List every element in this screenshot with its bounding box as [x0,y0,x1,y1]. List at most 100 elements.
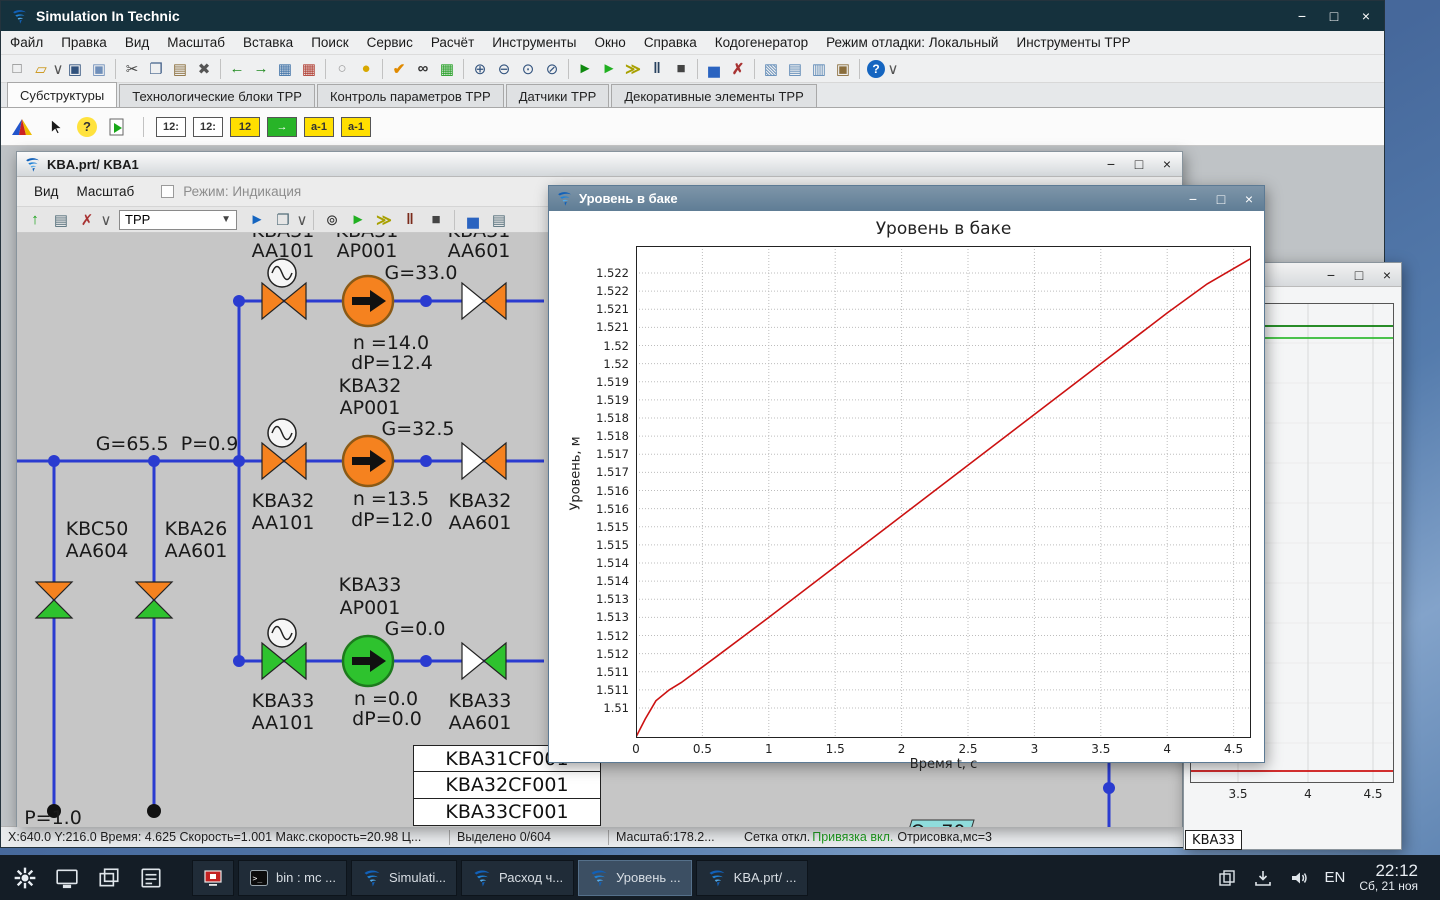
close-button[interactable]: × [1159,156,1175,172]
zoom-in-icon[interactable]: ⊕ [468,58,492,80]
image-icon[interactable]: ▣ [831,58,855,80]
pause-icon[interactable]: ‖ [398,209,422,231]
scheme-tree-icon[interactable]: ▦ [273,58,297,80]
menu-item[interactable]: Справка [635,31,706,55]
clipboard-tray-icon[interactable] [1216,867,1238,889]
tools-caret-icon[interactable]: ∨ [101,209,112,231]
zoom-out-icon[interactable]: ⊖ [492,58,516,80]
clock[interactable]: 22:12 Сб, 21 ноя [1359,861,1424,894]
tools-icon[interactable]: ✗ [75,209,99,231]
menu-item[interactable]: Поиск [302,31,357,55]
stop-icon[interactable]: ■ [424,209,448,231]
keyboard-layout[interactable]: EN [1324,869,1345,886]
text-block-icon[interactable]: ▤ [783,58,807,80]
run-icon[interactable]: ► [346,209,370,231]
table-row[interactable]: KBA32CF001 [413,772,601,799]
stop-icon[interactable]: ■ [669,58,693,80]
chart-edit-icon[interactable]: ▧ [759,58,783,80]
open-caret-icon[interactable]: ∨ [53,58,64,80]
maximize-button[interactable]: □ [1213,191,1229,207]
block-const-yellow[interactable]: 12 [230,116,260,137]
tools-icon[interactable]: ✗ [726,58,750,80]
up-level-icon[interactable]: ↑ [23,209,47,231]
check-icon[interactable]: ✔ [387,58,411,80]
menu-item[interactable]: Кодогенератор [706,31,817,55]
tab-inactive[interactable]: Технологические блоки ТРР [119,84,315,107]
status-grid[interactable]: Сетка откл. [737,830,810,844]
menu-item[interactable]: Режим отладки: Локальный [817,31,1007,55]
maximize-button[interactable]: □ [1131,156,1147,172]
tab-inactive[interactable]: Декоративные элементы ТРР [611,84,817,107]
close-button[interactable]: × [1241,191,1257,207]
close-button[interactable]: × [1379,267,1395,283]
menu-item[interactable]: Инструменты [483,31,585,55]
block-int-2[interactable]: 12: [193,116,223,137]
menu-item[interactable]: Вид [25,180,67,204]
grid-green-icon[interactable]: ▦ [435,58,459,80]
help-circle-icon[interactable]: ? [77,116,97,137]
task-flow-plot[interactable]: Расход ч... [461,859,575,896]
pause-icon[interactable]: ‖ [645,58,669,80]
run-icon[interactable]: ► [597,58,621,80]
menu-item[interactable]: Вид [116,31,158,55]
volume-icon[interactable] [1288,867,1310,889]
open-file-icon[interactable]: ▱ [29,58,53,80]
minimize-button[interactable]: − [1185,191,1201,207]
menu-item[interactable]: Масштаб [67,180,143,204]
task-terminal[interactable]: >_ bin : mc ... [238,859,347,896]
tab-inactive[interactable]: Контроль параметров ТРР [316,84,504,107]
cut-icon[interactable]: ✂ [120,58,144,80]
menu-item[interactable]: Вставка [234,31,302,55]
status-snap[interactable]: Привязка вкл. [810,830,895,844]
block-arrow-green[interactable]: → [267,116,297,137]
task-kba-schematic[interactable]: KBA.prt/ ... [695,859,808,896]
menu-item[interactable]: Окно [585,31,634,55]
save-icon[interactable]: ▣ [63,58,87,80]
binoculars-icon[interactable]: ∞ [411,58,435,80]
init-run-icon[interactable]: ► [573,58,597,80]
report-list-icon[interactable]: ▤ [487,209,511,231]
paste-icon[interactable]: ▤ [168,58,192,80]
menu-item[interactable]: Правка [52,31,116,55]
minimize-button[interactable]: − [1323,267,1339,283]
download-tray-icon[interactable] [1252,867,1274,889]
schematic-titlebar[interactable]: KBA.prt/ KBA1 − □ × [17,152,1182,177]
layers-caret-icon[interactable]: ∨ [297,209,308,231]
close-button[interactable]: × [1358,8,1374,24]
open-windows-icon[interactable] [90,860,128,896]
task-level-plot[interactable]: Уровень ... [578,859,692,896]
menu-item[interactable]: Сервис [358,31,422,55]
layers-icon[interactable]: ❐ [271,209,295,231]
run-blue-icon[interactable]: ► [245,209,269,231]
blocks-icon[interactable]: ▦ [297,58,321,80]
grid-doc-icon[interactable]: ▥ [807,58,831,80]
menu-item[interactable]: Файл [1,31,52,55]
redo-icon[interactable]: → [249,58,273,80]
zoom-100-icon[interactable]: ⊙ [516,58,540,80]
menu-item[interactable]: Инструменты ТРР [1007,31,1139,55]
prism-icon[interactable] [9,115,35,139]
lamp-on-icon[interactable]: ● [354,58,378,80]
block-a1-1[interactable]: a-1 [304,116,334,137]
task-simintech[interactable]: Simulati... [350,859,458,896]
tab-active[interactable]: Субструктуры [7,82,118,107]
delete-icon[interactable]: ✖ [192,58,216,80]
layer-combobox[interactable]: ТРР ▼ [119,209,237,230]
maximize-button[interactable]: □ [1351,267,1367,283]
charts-icon[interactable]: ▅ [461,209,485,231]
charts-icon[interactable]: ▅ [702,58,726,80]
desktop-pager-icon[interactable] [48,860,86,896]
save-all-icon[interactable]: ▣ [87,58,111,80]
task-project-window[interactable] [192,859,234,896]
main-titlebar[interactable]: Simulation In Technic − □ × [1,1,1384,31]
undo-icon[interactable]: ← [225,58,249,80]
step-icon[interactable]: ≫ [372,209,396,231]
cursor-icon[interactable] [43,115,69,139]
new-file-icon[interactable]: □ [5,58,29,80]
minimize-button[interactable]: − [1294,8,1310,24]
help-icon[interactable]: ? [867,59,885,78]
table-row[interactable]: KBA33CF001 [413,799,601,826]
lamp-off-icon[interactable]: ○ [330,58,354,80]
step-icon[interactable]: ≫ [621,58,645,80]
help-caret-icon[interactable]: ∨ [888,58,899,80]
